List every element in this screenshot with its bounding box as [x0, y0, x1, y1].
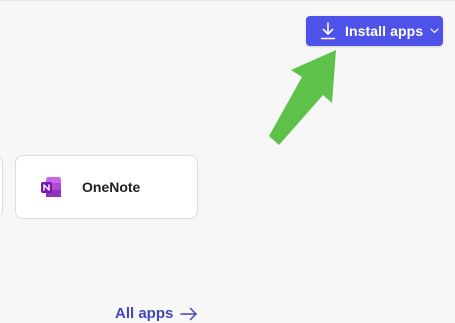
onenote-icon [41, 177, 61, 197]
page: Install apps OneNote All apps [0, 0, 455, 323]
app-card-onenote[interactable]: OneNote [15, 155, 198, 219]
install-apps-label: Install apps [345, 23, 424, 39]
install-apps-button[interactable]: Install apps [306, 16, 443, 46]
app-card-partial[interactable] [0, 155, 3, 219]
all-apps-link[interactable]: All apps [115, 305, 198, 322]
annotation-arrow-icon [269, 50, 336, 145]
arrow-right-icon [180, 307, 198, 320]
app-name: OneNote [82, 179, 141, 195]
all-apps-label: All apps [115, 305, 174, 322]
download-icon [320, 22, 336, 40]
chevron-down-icon [430, 28, 439, 34]
header-divider [0, 0, 455, 1]
